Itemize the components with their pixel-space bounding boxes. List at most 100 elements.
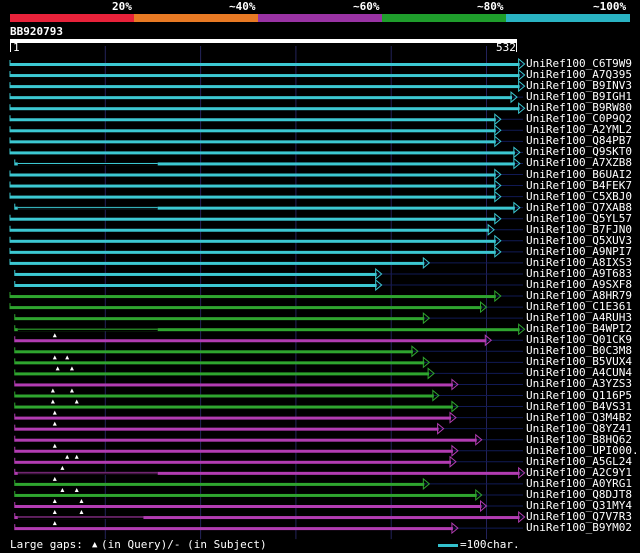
hit-label[interactable]: UniRef100_Q7XAB8 — [526, 202, 632, 213]
query-gap-icon — [69, 366, 74, 371]
hit-bar[interactable] — [14, 505, 482, 508]
hit-bar[interactable] — [10, 173, 496, 177]
hit-bar[interactable] — [10, 239, 496, 243]
hit-label[interactable]: UniRef100_Q3M4B2 — [526, 412, 632, 423]
hit-row[interactable] — [14, 388, 523, 402]
hit-bar[interactable] — [14, 427, 439, 431]
hit-bar[interactable] — [10, 96, 512, 100]
hit-row[interactable] — [9, 223, 523, 236]
hit-row[interactable] — [14, 476, 523, 490]
hit-bar[interactable] — [14, 493, 477, 497]
hit-row[interactable] — [14, 378, 523, 391]
query-gap-icon — [74, 487, 79, 492]
hit-bar[interactable] — [14, 482, 425, 486]
hit-bar[interactable] — [10, 195, 496, 199]
hit-bar[interactable] — [14, 317, 425, 321]
hit-label[interactable]: UniRef100_A7XZB8 — [526, 157, 632, 168]
hit-bar[interactable] — [14, 350, 413, 354]
hit-row[interactable] — [14, 510, 526, 524]
hit-row[interactable] — [14, 433, 523, 446]
hit-bar[interactable] — [10, 107, 520, 111]
hit-row[interactable] — [14, 454, 523, 468]
hit-bar[interactable] — [14, 361, 425, 365]
hit-bar[interactable] — [14, 527, 453, 531]
hit-row[interactable] — [14, 201, 523, 214]
hit-bar[interactable] — [10, 74, 520, 78]
hit-row[interactable] — [14, 399, 523, 413]
hit-bar[interactable] — [10, 140, 496, 144]
hit-row[interactable] — [9, 168, 523, 181]
hit-row[interactable] — [14, 278, 523, 292]
hit-row[interactable] — [9, 113, 523, 126]
query-gap-icon — [69, 388, 74, 393]
hit-row[interactable] — [14, 465, 526, 479]
hit-bar[interactable] — [14, 272, 377, 276]
hit-bar[interactable] — [14, 405, 453, 409]
hit-label[interactable]: UniRef100_A3YZS3 — [526, 378, 632, 389]
hit-bar[interactable] — [10, 228, 490, 232]
query-gap-icon — [52, 499, 57, 503]
hit-bar[interactable] — [10, 85, 520, 89]
hit-row[interactable] — [14, 499, 523, 513]
hit-bar[interactable] — [14, 394, 434, 398]
hit-label[interactable]: UniRef100_B6UAI2 — [526, 169, 632, 180]
hit-bar[interactable] — [10, 217, 496, 221]
hit-label[interactable]: UniRef100_Q8YZ41 — [526, 423, 632, 434]
hit-row[interactable] — [14, 323, 526, 336]
hit-bar[interactable] — [14, 438, 477, 442]
hit-bar[interactable] — [10, 295, 496, 299]
hit-label[interactable]: UniRef100_B9YM02 — [526, 522, 632, 533]
hit-bar[interactable] — [14, 416, 452, 420]
hit-bar[interactable] — [10, 63, 520, 66]
hit-label[interactable]: UniRef100_Q116P5 — [526, 390, 632, 401]
hit-row[interactable] — [9, 80, 526, 93]
hit-bar[interactable] — [14, 372, 430, 376]
hit-row[interactable] — [9, 234, 523, 247]
hit-row[interactable] — [14, 312, 523, 325]
hit-row[interactable] — [14, 345, 523, 358]
hit-bar[interactable] — [10, 184, 496, 188]
hit-bar[interactable] — [14, 339, 487, 343]
hit-row[interactable] — [14, 355, 523, 369]
hit-row[interactable] — [14, 366, 523, 380]
hit-row[interactable] — [9, 68, 526, 82]
hit-bar[interactable] — [10, 261, 425, 265]
hit-bar[interactable] — [10, 250, 496, 254]
query-gap-icon — [52, 521, 57, 526]
hit-row[interactable] — [9, 135, 523, 148]
hit-row[interactable] — [9, 256, 523, 269]
hit-label[interactable]: UniRef100_B4FEK7 — [526, 180, 632, 191]
hit-row[interactable] — [9, 91, 523, 104]
hit-row[interactable] — [9, 179, 523, 192]
hit-row[interactable] — [14, 443, 523, 457]
hit-row[interactable] — [9, 124, 523, 137]
hit-row[interactable] — [14, 267, 523, 281]
query-gap-icon — [52, 410, 57, 415]
query-gap-icon — [52, 510, 57, 515]
hit-bar[interactable] — [14, 383, 453, 387]
hit-bar[interactable] — [14, 449, 453, 453]
hit-row[interactable] — [14, 157, 523, 170]
hit-row[interactable] — [14, 487, 523, 502]
hit-label[interactable]: UniRef100_C5XBJ0 — [526, 191, 632, 202]
hit-bar[interactable] — [10, 129, 496, 133]
hit-bar[interactable] — [14, 284, 377, 287]
hit-row[interactable] — [9, 102, 526, 115]
hit-row[interactable] — [9, 289, 523, 303]
hit-row[interactable] — [9, 212, 523, 225]
hit-bar[interactable] — [14, 460, 452, 464]
hit-row[interactable] — [9, 301, 523, 314]
hit-row[interactable] — [14, 421, 523, 435]
hit-bar[interactable] — [10, 151, 515, 155]
hit-row[interactable] — [14, 410, 523, 424]
hit-row[interactable] — [9, 245, 523, 258]
hit-row[interactable] — [9, 190, 523, 203]
hit-label[interactable]: UniRef100_B4VS31 — [526, 401, 632, 412]
hit-bar[interactable] — [10, 306, 482, 310]
hit-row[interactable] — [9, 57, 526, 71]
gaps-legend-text: (in Query)/- (in Subject) — [101, 538, 267, 551]
hit-row[interactable] — [9, 146, 523, 159]
hit-bar[interactable] — [10, 118, 496, 122]
hit-row[interactable] — [14, 521, 523, 535]
hit-row[interactable] — [14, 333, 523, 347]
